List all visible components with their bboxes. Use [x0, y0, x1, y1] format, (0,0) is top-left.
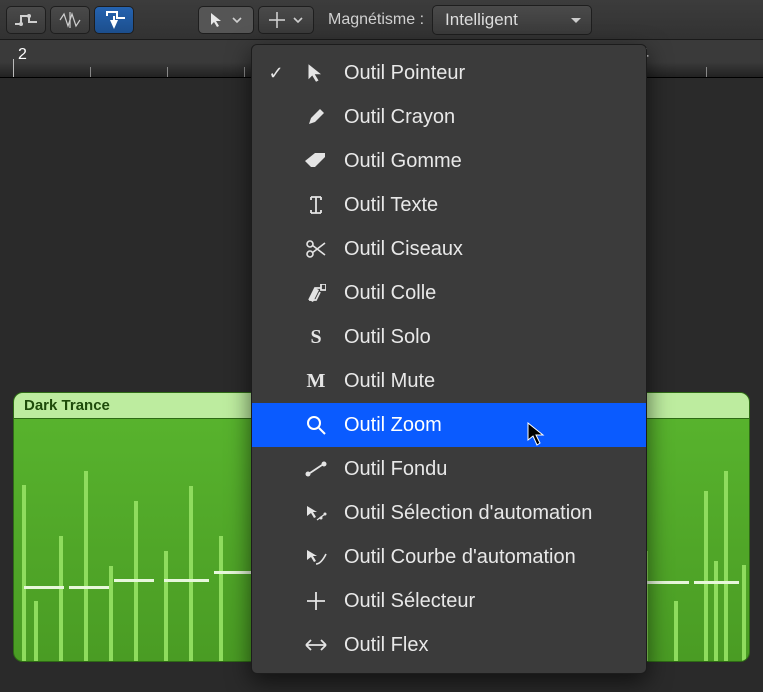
- text-icon: [302, 191, 330, 219]
- left-click-tool-button[interactable]: [198, 6, 254, 34]
- tool-menu-item[interactable]: Outil Gomme: [252, 139, 646, 183]
- tools-dropdown-menu: ✓ Outil Pointeur Outil Crayon Outil Gomme Ou…: [251, 44, 647, 674]
- marquee-icon: [269, 12, 285, 28]
- tool-menu-item[interactable]: Outil Sélecteur: [252, 579, 646, 623]
- scissors-icon: [302, 235, 330, 263]
- autocurve-icon: [302, 543, 330, 571]
- solo-icon: S: [302, 323, 330, 351]
- zoom-icon: [302, 411, 330, 439]
- automation-toggle-button[interactable]: [6, 6, 46, 34]
- mute-icon: M: [302, 367, 330, 395]
- magnetism-value: Intelligent: [445, 10, 518, 30]
- tool-menu-item[interactable]: Outil Sélection d'automation: [252, 491, 646, 535]
- tool-menu-item-label: Outil Courbe d'automation: [344, 546, 576, 569]
- autosel-icon: [302, 499, 330, 527]
- tool-menu-item-label: Outil Colle: [344, 282, 436, 305]
- pointer-icon: [302, 59, 330, 87]
- mouse-cursor: [527, 422, 547, 446]
- toolbar: Magnétisme : Intelligent: [0, 0, 763, 40]
- tool-menu-item-label: Outil Solo: [344, 326, 431, 349]
- chevron-down-icon: [232, 15, 242, 25]
- tool-menu-item-label: Outil Sélection d'automation: [344, 502, 592, 525]
- tool-menu-item-label: Outil Fondu: [344, 458, 447, 481]
- cmd-click-tool-button[interactable]: [258, 6, 314, 34]
- glue-icon: [302, 279, 330, 307]
- fade-icon: [302, 455, 330, 483]
- tool-menu-item-label: Outil Flex: [344, 634, 428, 657]
- tool-menu-item[interactable]: Outil Fondu: [252, 447, 646, 491]
- tool-menu-item[interactable]: Outil Courbe d'automation: [252, 535, 646, 579]
- tool-menu-item[interactable]: Outil Crayon: [252, 95, 646, 139]
- tool-menu-item-label: Outil Ciseaux: [344, 238, 463, 261]
- tool-menu-item[interactable]: ✓ Outil Pointeur: [252, 51, 646, 95]
- marquee-icon: [302, 587, 330, 615]
- tool-menu-item[interactable]: Outil Texte: [252, 183, 646, 227]
- flex-icon: [302, 631, 330, 659]
- tool-menu-item[interactable]: S Outil Solo: [252, 315, 646, 359]
- magnetism-label: Magnétisme :: [318, 11, 428, 29]
- tool-menu-item[interactable]: Outil Flex: [252, 623, 646, 667]
- flex-toggle-button[interactable]: [50, 6, 90, 34]
- tool-menu-item[interactable]: Outil Ciseaux: [252, 227, 646, 271]
- pencil-icon: [302, 103, 330, 131]
- eraser-icon: [302, 147, 330, 175]
- tool-menu-item-label: Outil Mute: [344, 370, 435, 393]
- tool-menu-item[interactable]: Outil Colle: [252, 271, 646, 315]
- tool-menu-item-label: Outil Texte: [344, 194, 438, 217]
- tool-menu-item-label: Outil Pointeur: [344, 62, 465, 85]
- tool-menu-item[interactable]: M Outil Mute: [252, 359, 646, 403]
- check-icon: ✓: [264, 63, 288, 84]
- chevron-down-icon: [293, 15, 303, 25]
- pointer-icon: [210, 12, 224, 28]
- tool-menu-item-label: Outil Sélecteur: [344, 590, 475, 613]
- catch-toggle-button[interactable]: [94, 6, 134, 34]
- tool-menu-item[interactable]: Outil Zoom: [252, 403, 646, 447]
- tool-menu-item-label: Outil Crayon: [344, 106, 455, 129]
- tool-menu-item-label: Outil Zoom: [344, 414, 442, 437]
- magnetism-select[interactable]: Intelligent: [432, 5, 592, 35]
- ruler-bar-number: 2: [18, 46, 27, 64]
- tool-menu-item-label: Outil Gomme: [344, 150, 462, 173]
